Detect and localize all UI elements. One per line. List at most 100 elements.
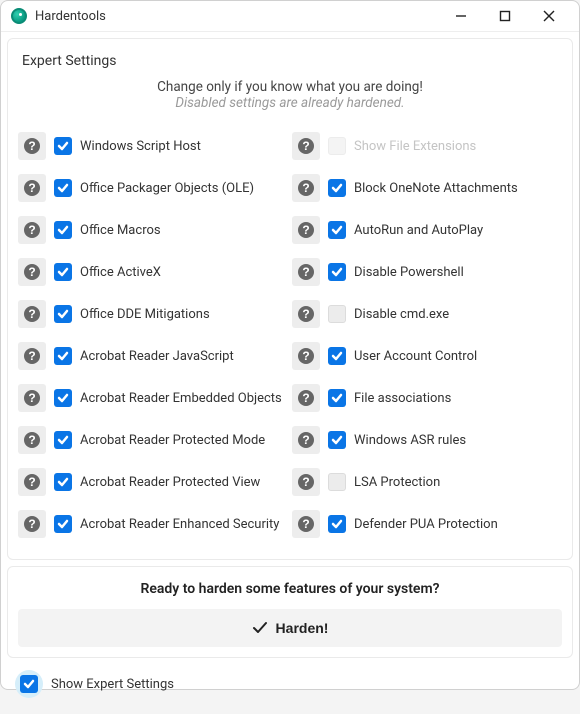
setting-label: File associations — [354, 391, 451, 406]
check-icon — [23, 678, 35, 690]
setting-checkbox[interactable] — [54, 263, 72, 281]
help-button[interactable]: ? — [292, 468, 320, 496]
help-button[interactable]: ? — [292, 258, 320, 286]
help-button[interactable]: ? — [18, 258, 46, 286]
check-icon — [57, 224, 69, 236]
setting-checkbox[interactable] — [54, 305, 72, 323]
question-icon: ? — [23, 347, 41, 365]
help-button[interactable]: ? — [18, 174, 46, 202]
question-icon: ? — [23, 473, 41, 491]
setting-checkbox[interactable] — [54, 137, 72, 155]
window-close-button[interactable] — [527, 1, 571, 31]
setting-checkbox[interactable] — [328, 221, 346, 239]
setting-checkbox[interactable] — [54, 221, 72, 239]
setting-checkbox[interactable] — [328, 431, 346, 449]
check-icon — [57, 140, 69, 152]
setting-row: ? Acrobat Reader Embedded Objects — [18, 377, 288, 419]
svg-text:?: ? — [302, 391, 309, 405]
setting-label: User Account Control — [354, 349, 477, 364]
svg-text:?: ? — [302, 517, 309, 531]
help-button[interactable]: ? — [292, 132, 320, 160]
setting-label: Office Macros — [80, 223, 161, 238]
help-button[interactable]: ? — [292, 300, 320, 328]
help-button[interactable]: ? — [18, 510, 46, 538]
setting-checkbox[interactable] — [328, 263, 346, 281]
setting-label: Acrobat Reader Embedded Objects — [80, 391, 282, 406]
question-icon: ? — [297, 347, 315, 365]
question-icon: ? — [297, 305, 315, 323]
help-button[interactable]: ? — [18, 132, 46, 160]
check-icon — [331, 518, 343, 530]
question-icon: ? — [23, 431, 41, 449]
question-icon: ? — [297, 179, 315, 197]
app-icon — [11, 8, 27, 24]
setting-row: ?Disable cmd.exe — [292, 293, 562, 335]
setting-checkbox[interactable] — [54, 431, 72, 449]
show-expert-checkbox[interactable] — [20, 675, 38, 693]
help-button[interactable]: ? — [18, 216, 46, 244]
setting-label: Windows Script Host — [80, 139, 201, 154]
setting-label: Defender PUA Protection — [354, 517, 498, 532]
setting-checkbox — [328, 137, 346, 155]
setting-checkbox[interactable] — [54, 389, 72, 407]
svg-text:?: ? — [28, 433, 35, 447]
expert-settings-panel: Expert Settings Change only if you know … — [7, 38, 573, 560]
question-icon: ? — [297, 263, 315, 281]
close-icon — [543, 10, 555, 22]
check-icon — [57, 350, 69, 362]
check-icon — [57, 266, 69, 278]
setting-row: ? Acrobat Reader Protected View — [18, 461, 288, 503]
help-button[interactable]: ? — [292, 216, 320, 244]
setting-row: ? Office Macros — [18, 209, 288, 251]
svg-text:?: ? — [302, 433, 309, 447]
help-button[interactable]: ? — [292, 510, 320, 538]
help-button[interactable]: ? — [18, 342, 46, 370]
help-button[interactable]: ? — [18, 300, 46, 328]
setting-row: ?LSA Protection — [292, 461, 562, 503]
question-icon: ? — [297, 431, 315, 449]
help-button[interactable]: ? — [18, 468, 46, 496]
check-icon — [57, 308, 69, 320]
help-button[interactable]: ? — [292, 426, 320, 454]
main-window: Hardentools Expert Settings Change only … — [0, 0, 580, 690]
show-expert-checkbox-halo[interactable] — [15, 670, 43, 698]
check-icon — [331, 224, 343, 236]
maximize-icon — [499, 10, 511, 22]
check-icon — [57, 518, 69, 530]
help-button[interactable]: ? — [292, 342, 320, 370]
setting-checkbox[interactable] — [328, 389, 346, 407]
setting-checkbox[interactable] — [328, 347, 346, 365]
setting-label: Disable Powershell — [354, 265, 464, 280]
check-icon — [331, 182, 343, 194]
help-button[interactable]: ? — [18, 426, 46, 454]
window-minimize-button[interactable] — [439, 1, 483, 31]
question-icon: ? — [23, 263, 41, 281]
help-button[interactable]: ? — [292, 174, 320, 202]
setting-checkbox[interactable] — [54, 473, 72, 491]
setting-checkbox[interactable] — [54, 347, 72, 365]
setting-checkbox[interactable] — [54, 515, 72, 533]
question-icon: ? — [297, 473, 315, 491]
check-icon — [331, 434, 343, 446]
check-icon — [57, 476, 69, 488]
setting-checkbox[interactable] — [328, 305, 346, 323]
harden-button[interactable]: Harden! — [18, 609, 562, 647]
section-title: Expert Settings — [22, 53, 562, 69]
setting-row: ?Acrobat Reader JavaScript — [18, 335, 288, 377]
window-maximize-button[interactable] — [483, 1, 527, 31]
help-button[interactable]: ? — [18, 384, 46, 412]
question-icon: ? — [23, 137, 41, 155]
help-button[interactable]: ? — [292, 384, 320, 412]
show-expert-label: Show Expert Settings — [51, 677, 174, 692]
setting-checkbox[interactable] — [328, 515, 346, 533]
setting-label: Acrobat Reader Protected View — [80, 475, 260, 490]
svg-text:?: ? — [28, 181, 35, 195]
setting-checkbox[interactable] — [54, 179, 72, 197]
setting-checkbox[interactable] — [328, 473, 346, 491]
setting-row: ?Acrobat Reader Protected Mode — [18, 419, 288, 461]
svg-text:?: ? — [28, 139, 35, 153]
setting-row: ?Block OneNote Attachments — [292, 167, 562, 209]
setting-checkbox[interactable] — [328, 179, 346, 197]
check-icon — [252, 620, 268, 636]
question-icon: ? — [23, 305, 41, 323]
